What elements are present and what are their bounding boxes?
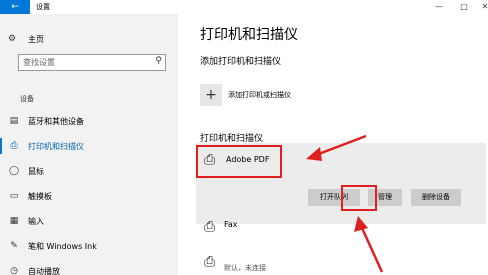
- back-arrow-icon: ←: [11, 2, 19, 12]
- sidebar-item-label: 输入: [28, 216, 44, 226]
- sidebar-item-label: 鼠标: [28, 166, 44, 176]
- sidebar-item-mouse[interactable]: ◯ 鼠标: [8, 163, 178, 179]
- touchpad-icon: ▭: [9, 191, 19, 201]
- bluetooth-icon: ▤: [9, 116, 19, 126]
- highlight-box-printer: [196, 145, 282, 178]
- printer-icon: ⎙: [204, 219, 216, 235]
- sidebar-item-pen[interactable]: ✎ 笔和 Windows Ink: [8, 238, 178, 254]
- printer-item-fax[interactable]: Fax: [224, 220, 238, 229]
- section-label: 设备: [20, 95, 34, 103]
- sidebar-item-input[interactable]: ▦ 输入: [8, 213, 178, 229]
- sidebar-item-autoplay[interactable]: ◷ 自动播放: [8, 263, 178, 275]
- window-title: 设置: [36, 3, 50, 11]
- highlight-box-manage: [341, 185, 377, 211]
- gear-icon: ⚙: [8, 34, 17, 44]
- autoplay-icon: ◷: [10, 266, 18, 275]
- printer-icon: ⎙: [204, 254, 216, 270]
- arrow-to-manage-icon: [354, 216, 384, 273]
- minimize-button[interactable]: —: [428, 0, 450, 14]
- title-bar: ← 设置 — □ ✕: [0, 0, 488, 14]
- keyboard-icon: ▦: [9, 216, 19, 226]
- close-button[interactable]: ✕: [474, 0, 488, 14]
- sidebar-item-touchpad[interactable]: ▭ 触摸板: [8, 188, 178, 204]
- sidebar-item-label: 主页: [28, 34, 44, 44]
- pen-icon: ✎: [10, 241, 18, 251]
- back-button[interactable]: ←: [0, 0, 30, 14]
- search-icon[interactable]: ⚲: [155, 56, 162, 66]
- search-box: ⚲: [18, 54, 166, 71]
- maximize-button[interactable]: □: [453, 0, 475, 14]
- printer-icon: ⎙: [10, 141, 18, 151]
- remove-device-button[interactable]: 删除设备: [411, 189, 461, 206]
- search-input[interactable]: [19, 55, 147, 70]
- sidebar-item-home[interactable]: ⚙ 主页: [8, 32, 44, 46]
- sidebar-item-label: 笔和 Windows Ink: [28, 241, 97, 251]
- sidebar-item-bluetooth[interactable]: ▤ 蓝牙和其他设备: [8, 113, 178, 129]
- add-section-heading: 添加打印机和扫描仪: [200, 57, 282, 67]
- arrow-to-printer-icon: [306, 134, 367, 161]
- sidebar-item-label: 自动播放: [28, 266, 60, 275]
- mouse-icon: ◯: [8, 166, 20, 176]
- active-indicator: [0, 138, 2, 154]
- printer-status: 默认，未连接: [224, 264, 266, 272]
- sidebar-item-label: 打印机和扫描仪: [28, 141, 84, 151]
- add-printer-button[interactable]: + 添加打印机或扫描仪: [200, 84, 291, 106]
- add-printer-label: 添加打印机或扫描仪: [228, 91, 291, 99]
- sidebar-item-printers[interactable]: ⎙ 打印机和扫描仪: [0, 138, 178, 154]
- sidebar-item-label: 触摸板: [28, 191, 52, 201]
- sidebar: ⚙ 主页 ⚲ 设备 ▤ 蓝牙和其他设备 ⎙ 打印机和扫描仪 ◯ 鼠标 ▭ 触摸板…: [0, 14, 178, 275]
- sidebar-item-label: 蓝牙和其他设备: [28, 116, 84, 126]
- plus-icon: +: [200, 84, 222, 106]
- page-title: 打印机和扫描仪: [200, 27, 298, 43]
